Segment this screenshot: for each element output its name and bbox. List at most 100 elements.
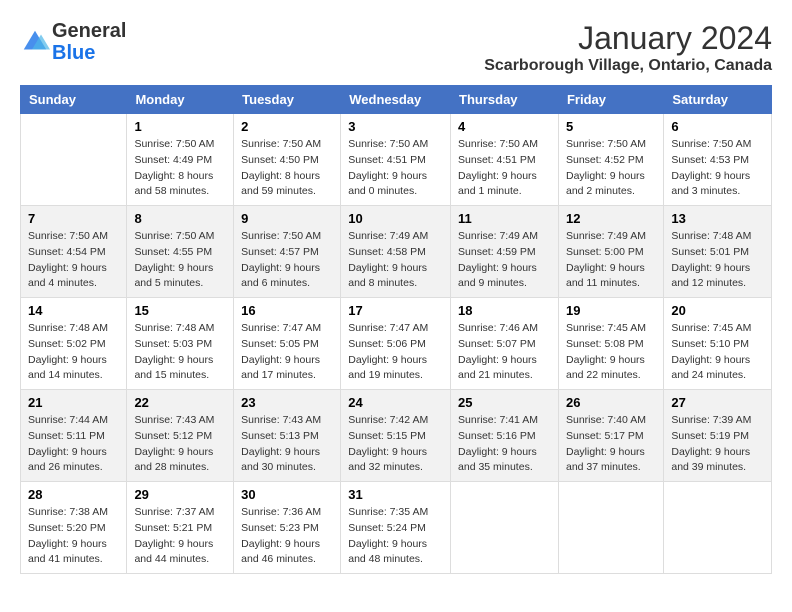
logo-icon: [20, 27, 50, 57]
day-info: Sunrise: 7:50 AMSunset: 4:52 PMDaylight:…: [566, 137, 656, 200]
day-number: 3: [348, 119, 443, 134]
calendar-cell: 11Sunrise: 7:49 AMSunset: 4:59 PMDayligh…: [451, 206, 559, 298]
day-info: Sunrise: 7:50 AMSunset: 4:49 PMDaylight:…: [134, 137, 226, 200]
day-number: 31: [348, 487, 443, 502]
calendar-cell: 26 Sunrise: 7:40 AMSunset: 5:17 PMDayligh…: [558, 390, 663, 482]
day-number: 14: [28, 303, 119, 318]
calendar-cell: 27 Sunrise: 7:39 AMSunset: 5:19 PMDayligh…: [664, 390, 772, 482]
day-number: 13: [671, 211, 764, 226]
day-info: Sunrise: 7:50 AMSunset: 4:57 PMDaylight:…: [241, 229, 333, 292]
calendar-cell: 15Sunrise: 7:48 AMSunset: 5:03 PMDayligh…: [127, 298, 234, 390]
calendar-cell: [664, 482, 772, 574]
day-number: 5: [566, 119, 656, 134]
calendar-cell: 22 Sunrise: 7:43 AMSunset: 5:12 PMDayligh…: [127, 390, 234, 482]
day-info: Sunrise: 7:47 AMSunset: 5:06 PMDaylight:…: [348, 321, 443, 384]
day-info: Sunrise: 7:35 AMSunset: 5:24 PMDaylight:…: [348, 505, 443, 568]
calendar-cell: [451, 482, 559, 574]
calendar-cell: 14Sunrise: 7:48 AMSunset: 5:02 PMDayligh…: [21, 298, 127, 390]
calendar-body: 1 Sunrise: 7:50 AMSunset: 4:49 PMDaylight…: [21, 114, 772, 574]
week-row-5: 28 Sunrise: 7:38 AMSunset: 5:20 PMDayligh…: [21, 482, 772, 574]
header-thursday: Thursday: [451, 86, 559, 114]
calendar-cell: 23Sunrise: 7:43 AMSunset: 5:13 PMDayligh…: [234, 390, 341, 482]
header-monday: Monday: [127, 86, 234, 114]
calendar-cell: 19Sunrise: 7:45 AMSunset: 5:08 PMDayligh…: [558, 298, 663, 390]
week-row-1: 1 Sunrise: 7:50 AMSunset: 4:49 PMDaylight…: [21, 114, 772, 206]
calendar-cell: 28 Sunrise: 7:38 AMSunset: 5:20 PMDayligh…: [21, 482, 127, 574]
day-number: 8: [134, 211, 226, 226]
header-wednesday: Wednesday: [341, 86, 451, 114]
day-info: Sunrise: 7:49 AMSunset: 4:58 PMDaylight:…: [348, 229, 443, 292]
day-number: 10: [348, 211, 443, 226]
calendar-cell: 29 Sunrise: 7:37 AMSunset: 5:21 PMDayligh…: [127, 482, 234, 574]
day-info: Sunrise: 7:49 AMSunset: 5:00 PMDaylight:…: [566, 229, 656, 292]
day-number: 18: [458, 303, 551, 318]
day-info: Sunrise: 7:50 AMSunset: 4:51 PMDaylight:…: [348, 137, 443, 200]
header-tuesday: Tuesday: [234, 86, 341, 114]
day-info: Sunrise: 7:45 AMSunset: 5:08 PMDaylight:…: [566, 321, 656, 384]
calendar-cell: 9 Sunrise: 7:50 AMSunset: 4:57 PMDaylight…: [234, 206, 341, 298]
day-info: Sunrise: 7:43 AMSunset: 5:12 PMDaylight:…: [134, 413, 226, 476]
day-info: Sunrise: 7:40 AMSunset: 5:17 PMDaylight:…: [566, 413, 656, 476]
header: General Blue January 2024 Scarborough Vi…: [20, 20, 772, 75]
title-section: January 2024 Scarborough Village, Ontari…: [484, 20, 772, 75]
day-info: Sunrise: 7:49 AMSunset: 4:59 PMDaylight:…: [458, 229, 551, 292]
calendar-cell: 18 Sunrise: 7:46 AMSunset: 5:07 PMDayligh…: [451, 298, 559, 390]
day-info: Sunrise: 7:41 AMSunset: 5:16 PMDaylight:…: [458, 413, 551, 476]
header-sunday: Sunday: [21, 86, 127, 114]
day-number: 15: [134, 303, 226, 318]
day-number: 21: [28, 395, 119, 410]
day-info: Sunrise: 7:37 AMSunset: 5:21 PMDaylight:…: [134, 505, 226, 568]
calendar-cell: 20 Sunrise: 7:45 AMSunset: 5:10 PMDayligh…: [664, 298, 772, 390]
day-info: Sunrise: 7:42 AMSunset: 5:15 PMDaylight:…: [348, 413, 443, 476]
logo: General Blue: [20, 20, 126, 64]
calendar-cell: 1 Sunrise: 7:50 AMSunset: 4:49 PMDaylight…: [127, 114, 234, 206]
day-number: 27: [671, 395, 764, 410]
header-friday: Friday: [558, 86, 663, 114]
day-info: Sunrise: 7:50 AMSunset: 4:54 PMDaylight:…: [28, 229, 119, 292]
calendar-cell: 25 Sunrise: 7:41 AMSunset: 5:16 PMDayligh…: [451, 390, 559, 482]
calendar-cell: 3 Sunrise: 7:50 AMSunset: 4:51 PMDaylight…: [341, 114, 451, 206]
day-info: Sunrise: 7:39 AMSunset: 5:19 PMDaylight:…: [671, 413, 764, 476]
day-number: 12: [566, 211, 656, 226]
calendar-cell: 8 Sunrise: 7:50 AMSunset: 4:55 PMDaylight…: [127, 206, 234, 298]
calendar-cell: [558, 482, 663, 574]
day-info: Sunrise: 7:50 AMSunset: 4:55 PMDaylight:…: [134, 229, 226, 292]
day-number: 1: [134, 119, 226, 134]
day-info: Sunrise: 7:45 AMSunset: 5:10 PMDaylight:…: [671, 321, 764, 384]
calendar-table: Sunday Monday Tuesday Wednesday Thursday…: [20, 85, 772, 574]
day-number: 17: [348, 303, 443, 318]
day-number: 16: [241, 303, 333, 318]
day-number: 6: [671, 119, 764, 134]
day-info: Sunrise: 7:50 AMSunset: 4:51 PMDaylight:…: [458, 137, 551, 200]
calendar-cell: 10 Sunrise: 7:49 AMSunset: 4:58 PMDayligh…: [341, 206, 451, 298]
calendar-cell: 5 Sunrise: 7:50 AMSunset: 4:52 PMDaylight…: [558, 114, 663, 206]
day-info: Sunrise: 7:50 AMSunset: 4:53 PMDaylight:…: [671, 137, 764, 200]
day-info: Sunrise: 7:48 AMSunset: 5:01 PMDaylight:…: [671, 229, 764, 292]
header-saturday: Saturday: [664, 86, 772, 114]
day-number: 9: [241, 211, 333, 226]
day-number: 4: [458, 119, 551, 134]
subtitle: Scarborough Village, Ontario, Canada: [484, 57, 772, 75]
calendar-cell: 17 Sunrise: 7:47 AMSunset: 5:06 PMDayligh…: [341, 298, 451, 390]
calendar-cell: 4 Sunrise: 7:50 AMSunset: 4:51 PMDaylight…: [451, 114, 559, 206]
calendar-cell: 30 Sunrise: 7:36 AMSunset: 5:23 PMDayligh…: [234, 482, 341, 574]
day-number: 22: [134, 395, 226, 410]
day-number: 26: [566, 395, 656, 410]
day-number: 2: [241, 119, 333, 134]
calendar-cell: 31 Sunrise: 7:35 AMSunset: 5:24 PMDayligh…: [341, 482, 451, 574]
day-number: 28: [28, 487, 119, 502]
day-info: Sunrise: 7:38 AMSunset: 5:20 PMDaylight:…: [28, 505, 119, 568]
day-number: 24: [348, 395, 443, 410]
day-info: Sunrise: 7:46 AMSunset: 5:07 PMDaylight:…: [458, 321, 551, 384]
calendar-header: Sunday Monday Tuesday Wednesday Thursday…: [21, 86, 772, 114]
day-number: 20: [671, 303, 764, 318]
day-info: Sunrise: 7:36 AMSunset: 5:23 PMDaylight:…: [241, 505, 333, 568]
header-row: Sunday Monday Tuesday Wednesday Thursday…: [21, 86, 772, 114]
day-number: 30: [241, 487, 333, 502]
day-number: 29: [134, 487, 226, 502]
day-info: Sunrise: 7:47 AMSunset: 5:05 PMDaylight:…: [241, 321, 333, 384]
day-number: 7: [28, 211, 119, 226]
calendar-cell: 2Sunrise: 7:50 AMSunset: 4:50 PMDaylight…: [234, 114, 341, 206]
calendar-cell: 16 Sunrise: 7:47 AMSunset: 5:05 PMDayligh…: [234, 298, 341, 390]
day-number: 25: [458, 395, 551, 410]
